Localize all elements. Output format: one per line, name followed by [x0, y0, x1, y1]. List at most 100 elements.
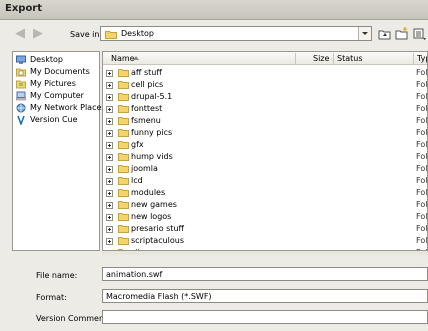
dropdown-button[interactable] [358, 27, 371, 40]
file-type: Fold [416, 152, 428, 161]
place-version-cue[interactable]: Version Cue [15, 115, 99, 126]
expand-icon[interactable] [106, 82, 113, 89]
file-row[interactable]: new games Fold [103, 199, 428, 211]
file-type: Fold [416, 200, 428, 209]
place-my-computer[interactable]: My Computer [15, 91, 99, 102]
folder-icon [118, 141, 129, 149]
file-type: Fold [416, 140, 428, 149]
format-label: Format: [36, 293, 67, 302]
title-bar[interactable]: Export [0, 0, 428, 20]
file-name-input[interactable]: animation.swf [102, 267, 428, 281]
file-type: Fold [416, 224, 428, 233]
expand-icon[interactable] [106, 226, 113, 233]
file-name-label: File name: [36, 271, 78, 280]
save-in-dropdown[interactable]: Desktop [100, 26, 372, 41]
up-folder-icon[interactable] [378, 27, 391, 40]
folder-icon [118, 225, 129, 233]
file-row[interactable]: gfx Fold [103, 139, 428, 151]
folder-icon [118, 105, 129, 113]
file-row[interactable]: cell pics Fold [103, 79, 427, 91]
file-name: scriptaculous [131, 236, 185, 245]
file-row[interactable]: new logos Fold [103, 211, 428, 223]
place-my-pictures[interactable]: My Pictures [15, 79, 99, 90]
file-row[interactable]: modules Fold [103, 187, 428, 199]
column-header: Name Size Status Typ [103, 52, 427, 65]
place-label: My Pictures [30, 79, 76, 88]
version-comments-input[interactable] [102, 310, 428, 324]
new-folder-icon[interactable] [395, 27, 408, 40]
file-row[interactable]: fsmenu Fold [103, 115, 428, 127]
folder-icon [118, 201, 129, 209]
column-type[interactable]: Typ [417, 54, 427, 63]
export-dialog: Export ◀ ▶ Save in: Desktop Desktop My D… [0, 0, 428, 331]
file-name-value: animation.swf [106, 270, 163, 279]
expand-icon[interactable] [106, 202, 113, 209]
expand-icon[interactable] [106, 106, 113, 113]
place-label: Version Cue [30, 115, 78, 124]
file-type: Fold [416, 68, 428, 77]
folder-icon [118, 93, 129, 101]
column-size[interactable]: Size [313, 54, 329, 63]
file-row[interactable]: joomla Fold [103, 163, 427, 175]
expand-icon[interactable] [106, 166, 113, 173]
folder-icon [118, 189, 129, 197]
folder-icon [105, 31, 117, 39]
file-name: funny pics [131, 128, 173, 137]
file-name: fonttest [131, 104, 163, 113]
expand-icon[interactable] [106, 178, 113, 185]
file-row[interactable]: hump vids Fold [103, 151, 428, 163]
column-separator[interactable] [413, 53, 414, 64]
my-documents-icon [16, 68, 26, 77]
folder-icon [118, 165, 129, 173]
file-name: new games [131, 200, 177, 209]
column-separator[interactable] [295, 53, 296, 64]
file-type: Fold [416, 128, 428, 137]
file-row[interactable]: drupal-5.1 Fold [103, 91, 427, 103]
file-type: Fold [416, 212, 428, 221]
file-row[interactable]: aff stuff Fold [103, 67, 428, 79]
file-name: drupal-5.1 [131, 92, 173, 101]
expand-icon[interactable] [106, 154, 113, 161]
file-row[interactable]: funny pics Fold [103, 127, 428, 139]
view-menu-icon[interactable] [413, 27, 426, 40]
save-in-label: Save in: [70, 30, 103, 39]
file-row[interactable]: presario stuff Fold [103, 223, 428, 235]
file-name: joomla [131, 164, 158, 173]
expand-icon[interactable] [106, 190, 113, 197]
place-my-network-places[interactable]: My Network Places [15, 103, 106, 114]
column-status[interactable]: Status [337, 54, 363, 63]
expand-icon[interactable] [106, 118, 113, 125]
chevron-down-icon [362, 32, 368, 35]
file-row[interactable]: fonttest Fold [103, 103, 427, 115]
back-arrow-icon[interactable]: ◀ [12, 26, 28, 42]
file-type: Fold [416, 188, 428, 197]
desktop-icon [16, 55, 26, 64]
forward-arrow-icon[interactable]: ▶ [30, 26, 46, 42]
file-name: hump vids [131, 152, 173, 161]
horizontal-scrollbar[interactable] [102, 251, 428, 255]
place-desktop[interactable]: Desktop [15, 55, 99, 66]
expand-icon[interactable] [106, 94, 113, 101]
place-my-documents[interactable]: My Documents [15, 67, 99, 78]
expand-icon[interactable] [106, 214, 113, 221]
format-select[interactable]: Macromedia Flash (*.SWF) [102, 289, 428, 303]
file-name: presario stuff [131, 224, 185, 233]
version-cue-icon [17, 115, 25, 125]
file-name: cell pics [131, 80, 164, 89]
expand-icon[interactable] [106, 238, 113, 245]
file-row[interactable]: scriptaculous Fold [103, 235, 427, 247]
expand-icon[interactable] [106, 70, 113, 77]
column-name[interactable]: Name [111, 54, 135, 63]
column-separator[interactable] [333, 53, 334, 64]
my-computer-icon [16, 91, 26, 101]
file-name: gfx [131, 140, 144, 149]
file-list[interactable]: Name Size Status Typ aff stuff Fold cell… [102, 51, 428, 251]
expand-icon[interactable] [106, 142, 113, 149]
save-in-value: Desktop [121, 29, 154, 38]
expand-icon[interactable] [106, 130, 113, 137]
folder-icon [118, 129, 129, 137]
file-type: Fold [416, 116, 428, 125]
file-name: new logos [131, 212, 172, 221]
file-row[interactable]: lcd Fold [103, 175, 427, 187]
folder-icon [118, 81, 129, 89]
